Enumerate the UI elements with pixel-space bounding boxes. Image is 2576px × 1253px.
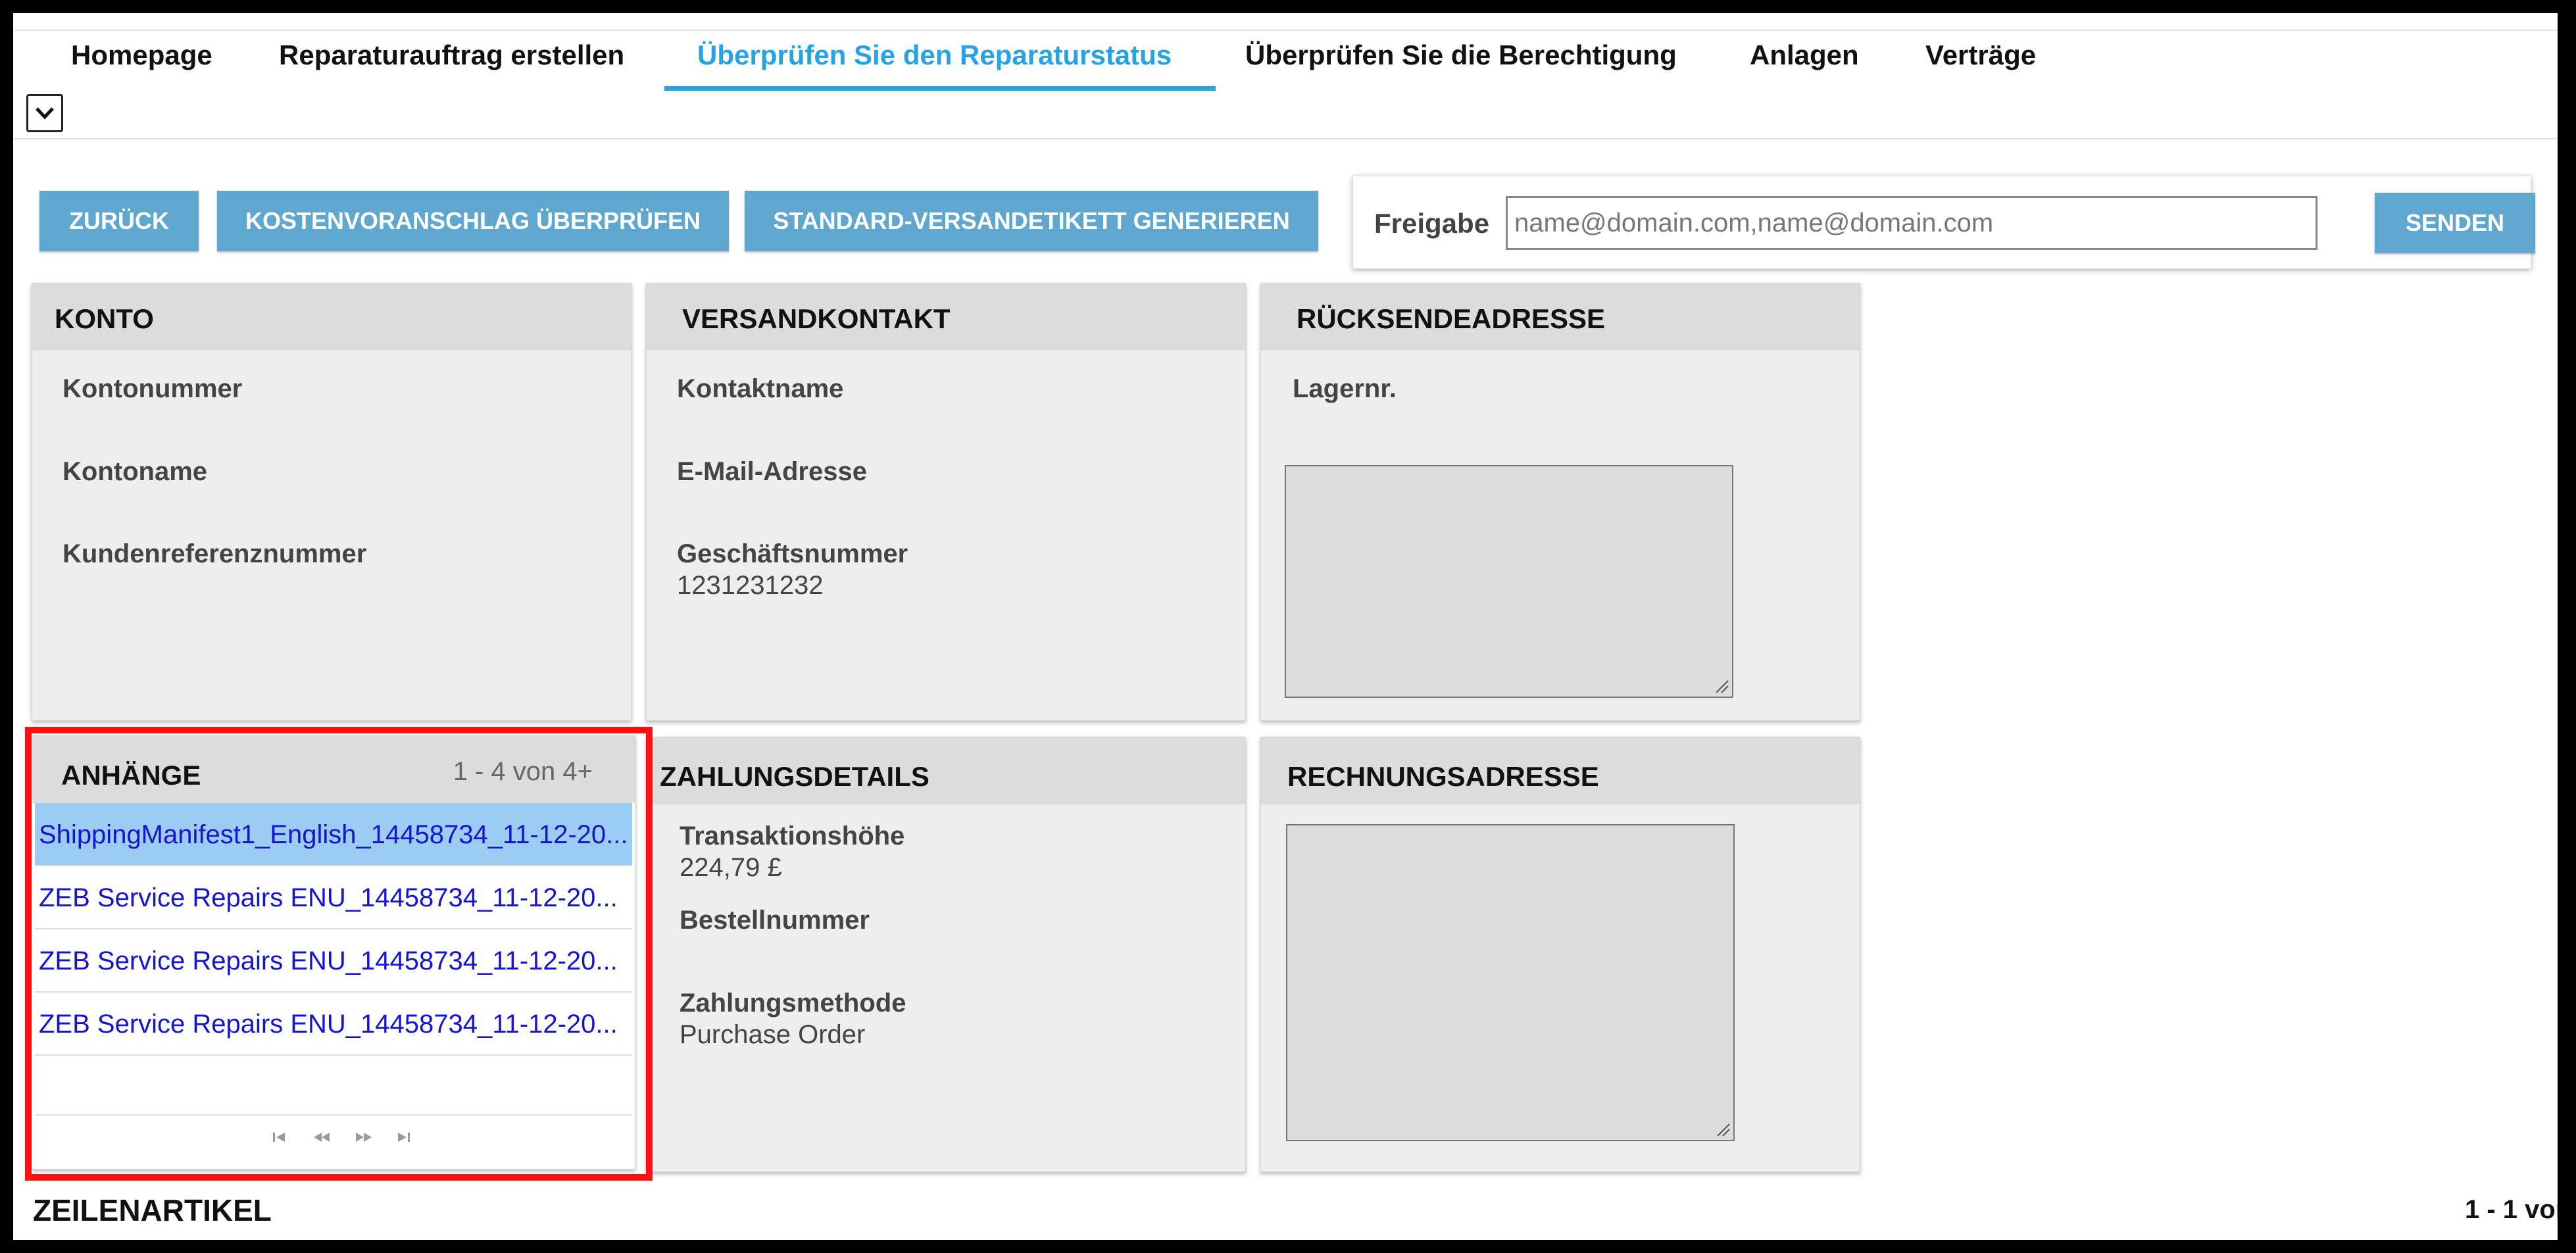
billing-address-textarea[interactable] xyxy=(1286,824,1735,1141)
attachments-pager xyxy=(35,1114,632,1162)
first-page-icon[interactable] xyxy=(272,1130,287,1144)
resize-grip-icon[interactable] xyxy=(1712,677,1729,694)
share-label: Freigabe xyxy=(1374,208,1490,239)
chevron-down-icon xyxy=(36,107,54,120)
transaction-amount-value: 224,79 £ xyxy=(680,853,782,882)
warehouse-number-label: Lagernr. xyxy=(1293,374,1397,403)
share-box: Freigabe SENDEN xyxy=(1352,176,2535,269)
active-tab-indicator xyxy=(664,86,1216,91)
account-panel-header: KONTO xyxy=(32,283,631,351)
send-button[interactable]: SENDEN xyxy=(2375,193,2535,253)
generate-shipping-label-button[interactable]: STANDARD-VERSANDETIKETT GENERIEREN xyxy=(745,191,1318,251)
account-panel: KONTO Kontonummer Kontoname Kundenrefere… xyxy=(32,283,632,721)
attachment-row[interactable]: ZEB Service Repairs ENU_14458734_11-12-2… xyxy=(35,929,632,993)
billing-address-header: RECHNUNGSADRESSE xyxy=(1261,737,1860,804)
attachment-link[interactable]: ShippingManifest1_English_14458734_11-12… xyxy=(39,820,628,850)
business-number-label: Geschäftsnummer xyxy=(677,539,908,568)
return-address-header: RÜCKSENDEADRESSE xyxy=(1261,283,1860,351)
payment-method-label: Zahlungsmethode xyxy=(680,989,906,1018)
attachments-header: ANHÄNGE 1 - 4 von 4+ xyxy=(32,736,635,803)
share-email-input[interactable] xyxy=(1506,196,2317,250)
main-navigation: Homepage Reparaturauftrag erstellen Über… xyxy=(13,13,2558,139)
check-estimate-button[interactable]: KOSTENVORANSCHLAG ÜBERPRÜFEN xyxy=(217,191,729,251)
attachment-link[interactable]: ZEB Service Repairs ENU_14458734_11-12-2… xyxy=(39,1010,618,1039)
account-name-label: Kontoname xyxy=(62,457,207,486)
return-address-textarea[interactable] xyxy=(1285,465,1733,698)
resize-grip-icon[interactable] xyxy=(1714,1120,1731,1137)
last-page-icon[interactable] xyxy=(395,1130,411,1144)
attachment-row[interactable]: ZEB Service Repairs ENU_14458734_11-12-2… xyxy=(35,993,632,1056)
shipping-contact-panel: VERSANDKONTAKT Kontaktname E-Mail-Adress… xyxy=(646,283,1246,721)
attachments-count: 1 - 4 von 4+ xyxy=(453,757,593,786)
attachment-link[interactable]: ZEB Service Repairs ENU_14458734_11-12-2… xyxy=(39,883,618,913)
attachment-link[interactable]: ZEB Service Repairs ENU_14458734_11-12-2… xyxy=(39,946,618,976)
attachments-title: ANHÄNGE xyxy=(61,760,201,791)
payment-details-header: ZAHLUNGSDETAILS xyxy=(647,737,1245,804)
payment-method-value: Purchase Order xyxy=(680,1020,866,1049)
tab-create-repair-order[interactable]: Reparaturauftrag erstellen xyxy=(279,41,624,70)
return-address-title: RÜCKSENDEADRESSE xyxy=(1297,303,1606,334)
next-page-icon[interactable] xyxy=(355,1130,373,1144)
previous-page-icon[interactable] xyxy=(312,1130,331,1144)
contact-name-label: Kontaktname xyxy=(677,374,844,403)
shipping-contact-title: VERSANDKONTAKT xyxy=(682,303,951,334)
billing-address-title: RECHNUNGSADRESSE xyxy=(1287,761,1599,792)
return-address-panel: RÜCKSENDEADRESSE Lagernr. xyxy=(1260,283,1860,721)
account-panel-title: KONTO xyxy=(55,303,154,334)
tab-assets[interactable]: Anlagen xyxy=(1750,41,1859,70)
shipping-contact-header: VERSANDKONTAKT xyxy=(647,283,1245,351)
billing-address-panel: RECHNUNGSADRESSE xyxy=(1260,737,1860,1172)
attachment-row[interactable]: ZEB Service Repairs ENU_14458734_11-12-2… xyxy=(35,866,632,929)
nav-dropdown-toggle[interactable] xyxy=(26,94,63,132)
back-button[interactable]: ZURÜCK xyxy=(39,191,199,251)
app-window: Homepage Reparaturauftrag erstellen Über… xyxy=(13,13,2558,1240)
tab-homepage[interactable]: Homepage xyxy=(71,41,212,70)
customer-reference-label: Kundenreferenznummer xyxy=(62,539,367,568)
line-items-count: 1 - 1 von xyxy=(2465,1195,2558,1224)
attachment-row[interactable]: ShippingManifest1_English_14458734_11-12… xyxy=(35,803,632,866)
tab-contracts[interactable]: Verträge xyxy=(1925,41,2036,70)
tab-repair-status[interactable]: Überprüfen Sie den Reparaturstatus xyxy=(697,41,1172,70)
tab-check-entitlement[interactable]: Überprüfen Sie die Berechtigung xyxy=(1245,41,1677,70)
transaction-amount-label: Transaktionshöhe xyxy=(680,822,905,850)
email-address-label: E-Mail-Adresse xyxy=(677,457,867,486)
payment-details-title: ZAHLUNGSDETAILS xyxy=(660,761,929,792)
business-number-value: 1231231232 xyxy=(677,571,824,600)
payment-details-panel: ZAHLUNGSDETAILS Transaktionshöhe 224,79 … xyxy=(646,737,1246,1172)
account-number-label: Kontonummer xyxy=(62,374,243,403)
order-number-label: Bestellnummer xyxy=(680,906,870,935)
attachments-panel: ANHÄNGE 1 - 4 von 4+ ShippingManifest1_E… xyxy=(32,735,635,1169)
line-items-title: ZEILENARTIKEL xyxy=(33,1193,272,1227)
